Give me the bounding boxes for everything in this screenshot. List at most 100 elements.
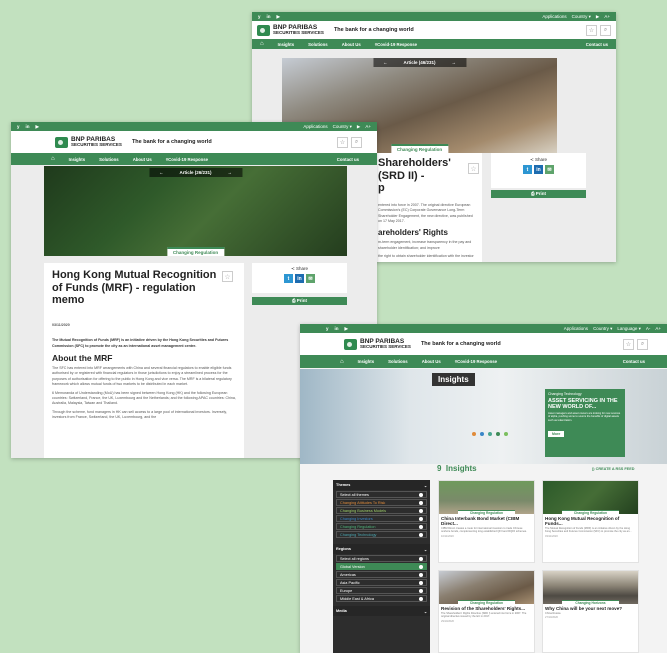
nav-contact[interactable]: Contact us	[623, 359, 645, 364]
theme-option[interactable]: Changing Investors	[336, 515, 427, 522]
insight-card[interactable]: Changing Regulation China Interbank Bond…	[438, 480, 535, 563]
nav-contact[interactable]: Contact us	[337, 157, 359, 162]
nav-contact[interactable]: Contact us	[586, 42, 608, 47]
nav-solutions[interactable]: Solutions	[99, 157, 119, 162]
favorite-icon[interactable]: ☆	[586, 24, 597, 36]
nav-solutions[interactable]: Solutions	[388, 359, 408, 364]
search-icon[interactable]: ⌕	[600, 24, 611, 36]
print-button[interactable]: ⎙ Print	[491, 190, 586, 198]
search-icon[interactable]: ⌕	[637, 338, 648, 350]
next-arrow-icon[interactable]: →	[452, 60, 457, 65]
prev-arrow-icon[interactable]: ←	[159, 170, 164, 175]
twitter-icon[interactable]: y	[17, 124, 20, 130]
insight-card[interactable]: Changing Regulation Hong Kong Mutual Rec…	[542, 480, 639, 563]
nav-about[interactable]: About Us	[133, 157, 152, 162]
youtube-icon[interactable]: ▶	[345, 326, 348, 332]
font-decrease-icon[interactable]: A-	[646, 326, 651, 332]
insight-card[interactable]: Changing Horizons Why China will be your…	[542, 570, 639, 653]
twitter-share-icon[interactable]: t	[523, 165, 532, 174]
nav-covid[interactable]: #Covid-19 Response	[455, 359, 497, 364]
bnp-logo[interactable]: BNP PARIBAS SECURITIES SERVICES	[55, 136, 122, 148]
nav-insights[interactable]: Insights	[358, 359, 374, 364]
theme-option[interactable]: Changing Regulation	[336, 523, 427, 530]
radio-dot-icon	[419, 580, 423, 585]
linkedin-icon[interactable]: in	[267, 14, 271, 20]
print-button[interactable]: ⎙ Print	[252, 297, 347, 305]
article-intro: The Mutual Recognition of Funds (MRF) is…	[52, 338, 229, 348]
carousel-dot[interactable]	[472, 432, 476, 436]
search-icon[interactable]: ⌕	[351, 136, 362, 148]
rss-link[interactable]: )) CREATE A RSS FEED	[592, 467, 634, 471]
youtube-icon[interactable]: ▶	[277, 14, 280, 20]
applications-link[interactable]: Applications	[303, 124, 327, 130]
theme-option[interactable]: Changing Business Models	[336, 507, 427, 514]
themes-header[interactable]: Themes ⌄	[333, 480, 430, 490]
font-increase-icon[interactable]: A+	[655, 326, 661, 332]
bookmark-star-icon[interactable]: ☆	[468, 163, 479, 174]
email-share-icon[interactable]: ✉	[306, 274, 315, 283]
favorite-icon[interactable]: ☆	[623, 338, 634, 350]
carousel-dot[interactable]	[488, 432, 492, 436]
theme-option[interactable]: Select all themes	[336, 491, 427, 498]
country-select[interactable]: Country ▾	[593, 326, 612, 332]
twitter-icon[interactable]: y	[258, 14, 261, 20]
email-share-icon[interactable]: ✉	[545, 165, 554, 174]
next-arrow-icon[interactable]: →	[228, 170, 233, 175]
home-icon[interactable]: ⌂	[260, 41, 264, 47]
linkedin-icon[interactable]: in	[26, 124, 30, 130]
applications-link[interactable]: Applications	[564, 326, 588, 332]
bnp-logo[interactable]: BNP PARIBAS SECURITIES SERVICES	[344, 338, 411, 350]
region-option[interactable]: Global Version	[336, 563, 427, 570]
insight-card[interactable]: Changing Regulation Revision of the Shar…	[438, 570, 535, 653]
font-size-icon[interactable]: A+	[365, 124, 371, 130]
promo-more-button[interactable]: More	[548, 431, 565, 438]
brand-sub: SECURITIES SERVICES	[273, 30, 324, 35]
carousel-dots	[472, 432, 508, 436]
carousel-dot[interactable]	[504, 432, 508, 436]
bnp-logo[interactable]: BNP PARIBAS SECURITIES SERVICES	[257, 24, 324, 36]
linkedin-icon[interactable]: in	[335, 326, 339, 332]
region-option[interactable]: Asia Pacific	[336, 579, 427, 586]
carousel-dot[interactable]	[480, 432, 484, 436]
font-size-icon[interactable]: A+	[604, 14, 610, 20]
region-option[interactable]: Select all regions	[336, 555, 427, 562]
region-option[interactable]: Europe	[336, 587, 427, 594]
nav-insights[interactable]: Insights	[278, 42, 294, 47]
article-paragraph: the right to obtain shareholder identifi…	[378, 254, 474, 259]
nav-about[interactable]: About Us	[422, 359, 441, 364]
region-option[interactable]: Middle East & Africa	[336, 595, 427, 602]
country-select[interactable]: Country ▾	[572, 14, 591, 20]
language-select[interactable]: Language ▾	[617, 326, 641, 332]
radio-dot-icon	[419, 564, 423, 569]
hero-image: ← Article (26/231) → Changing Regulation	[44, 166, 347, 256]
regions-header[interactable]: Regions ⌄	[333, 544, 430, 554]
favorite-icon[interactable]: ☆	[337, 136, 348, 148]
play-icon[interactable]: ▶	[357, 124, 360, 130]
media-header[interactable]: Media ⌄	[333, 606, 430, 616]
linkedin-share-icon[interactable]: in	[534, 165, 543, 174]
nav-covid[interactable]: #Covid-19 Response	[375, 42, 417, 47]
carousel-dot[interactable]	[496, 432, 500, 436]
linkedin-share-icon[interactable]: in	[295, 274, 304, 283]
twitter-share-icon[interactable]: t	[284, 274, 293, 283]
home-icon[interactable]: ⌂	[340, 359, 344, 365]
option-label: Changing Technology	[340, 532, 377, 537]
applications-link[interactable]: Applications	[542, 14, 566, 20]
prev-arrow-icon[interactable]: ←	[383, 60, 388, 65]
nav-about[interactable]: About Us	[342, 42, 361, 47]
youtube-icon[interactable]: ▶	[36, 124, 39, 130]
article-title: Shareholders' (SRD II) - p	[378, 157, 476, 195]
nav-insights[interactable]: Insights	[69, 157, 85, 162]
twitter-icon[interactable]: y	[326, 326, 329, 332]
option-label: Select all themes	[340, 492, 369, 497]
nav-solutions[interactable]: Solutions	[308, 42, 328, 47]
region-option[interactable]: Americas	[336, 571, 427, 578]
theme-option[interactable]: Changing Attitudes To Risk	[336, 499, 427, 506]
home-icon[interactable]: ⌂	[51, 156, 55, 162]
nav-covid[interactable]: #Covid-19 Response	[166, 157, 208, 162]
option-label: Select all regions	[340, 556, 369, 561]
country-select[interactable]: Country ▾	[333, 124, 352, 130]
theme-option[interactable]: Changing Technology	[336, 531, 427, 538]
bookmark-star-icon[interactable]: ☆	[222, 271, 233, 282]
play-icon[interactable]: ▶	[596, 14, 599, 20]
